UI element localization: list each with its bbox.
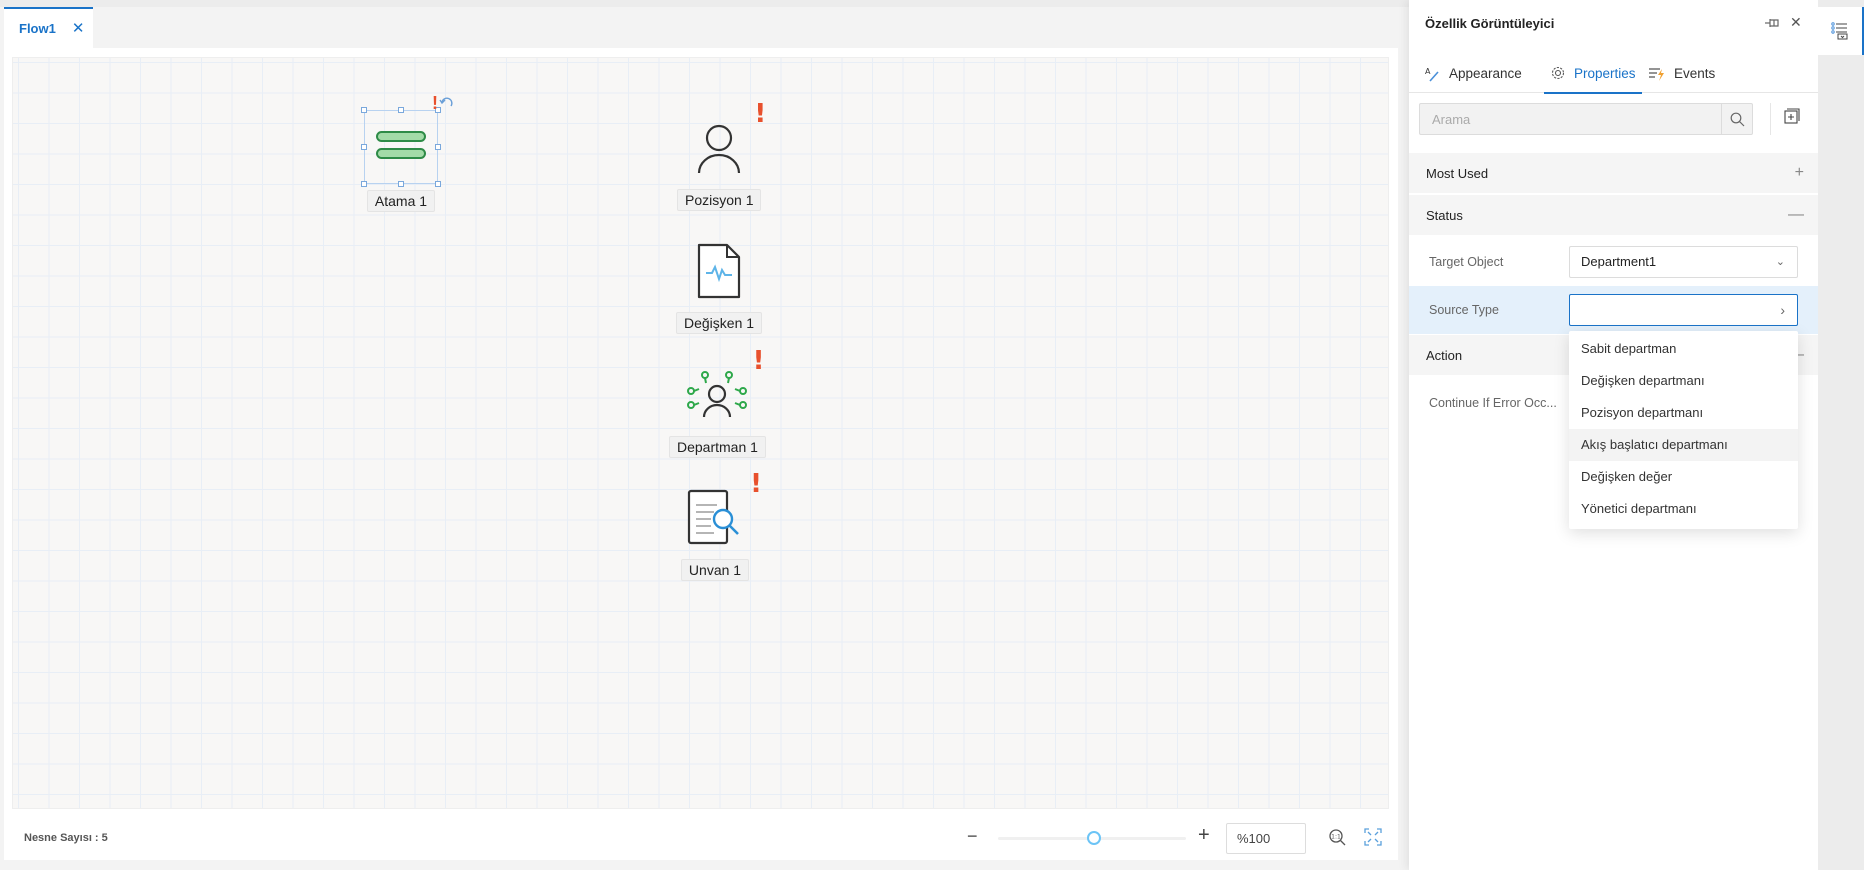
- section-most-used[interactable]: Most Used +: [1409, 153, 1818, 193]
- panel-title: Özellik Görüntüleyici: [1425, 16, 1555, 31]
- gear-icon: [1551, 66, 1565, 80]
- tab-label: Properties: [1574, 65, 1636, 81]
- node-label: Atama 1: [366, 190, 436, 212]
- tab-properties[interactable]: Properties: [1544, 54, 1642, 94]
- svg-text:1:1: 1:1: [1331, 834, 1341, 841]
- node-pozisyon[interactable]: ! Pozisyon 1: [677, 101, 766, 211]
- section-label: Action: [1426, 347, 1463, 363]
- appearance-icon: A: [1425, 67, 1439, 82]
- zoom-level-input[interactable]: %100: [1226, 823, 1306, 854]
- row-source-type: Source Type ›: [1409, 286, 1818, 334]
- object-count: Nesne Sayısı : 5: [24, 832, 108, 844]
- resize-handle[interactable]: [361, 107, 367, 113]
- dropdown-option[interactable]: Pozisyon departmanı: [1569, 397, 1798, 429]
- warning-icon: !: [754, 99, 767, 129]
- events-icon: [1649, 67, 1664, 81]
- node-label: Değişken 1: [676, 312, 763, 334]
- top-strip: [0, 0, 1409, 7]
- tab-label: Flow1: [19, 21, 56, 36]
- target-object-select[interactable]: Department1 ⌄: [1569, 246, 1798, 278]
- fit-to-screen-icon[interactable]: [1364, 828, 1382, 851]
- node-unvan[interactable]: ! Unvan 1: [680, 471, 762, 581]
- resize-handle[interactable]: [398, 181, 404, 187]
- collapse-icon[interactable]: —: [1788, 206, 1804, 224]
- dropdown-option[interactable]: Akış başlatıcı departmanı: [1569, 429, 1798, 461]
- resize-handle[interactable]: [361, 144, 367, 150]
- property-viewer-toggle-button[interactable]: [1818, 7, 1864, 55]
- node-degisken[interactable]: Değişken 1: [676, 236, 763, 334]
- property-tabs: A Appearance Properties Events: [1409, 54, 1818, 94]
- pin-icon[interactable]: [1764, 16, 1780, 34]
- chevron-right-icon: ›: [1780, 302, 1785, 318]
- resize-handle[interactable]: [361, 181, 367, 187]
- section-label: Most Used: [1426, 165, 1489, 181]
- node-label: Pozisyon 1: [677, 189, 762, 211]
- zoom-in-button[interactable]: +: [1198, 824, 1210, 847]
- field-label: Target Object: [1429, 255, 1504, 269]
- svg-text:A: A: [1425, 67, 1431, 76]
- expand-icon[interactable]: +: [1795, 164, 1804, 182]
- section-label: Status: [1426, 207, 1463, 223]
- search-icon: [1730, 112, 1744, 126]
- status-bar: Nesne Sayısı : 5 − + %100 1:1: [12, 818, 1389, 858]
- tab-appearance[interactable]: A Appearance: [1419, 54, 1528, 93]
- add-property-button[interactable]: [1784, 108, 1800, 129]
- flow-editor: Flow1 ✕ ! Atama 1 ! Pozisyon 1 Değişken …: [0, 0, 1409, 870]
- node-atama[interactable]: ! Atama 1: [361, 94, 453, 212]
- selection-box: [364, 110, 438, 184]
- zoom-actual-size-icon[interactable]: 1:1: [1328, 828, 1348, 853]
- add-box-icon: [1784, 108, 1800, 124]
- property-list-icon: [1831, 22, 1848, 40]
- close-icon[interactable]: ✕: [1790, 14, 1802, 31]
- tab-label: Events: [1674, 66, 1716, 81]
- select-value: Department1: [1581, 254, 1657, 269]
- dropdown-option[interactable]: Değişken değer: [1569, 461, 1798, 493]
- node-label: Unvan 1: [680, 559, 750, 581]
- dropdown-option[interactable]: Değişken departmanı: [1569, 365, 1798, 397]
- node-departman[interactable]: ! Departman 1: [669, 348, 766, 458]
- field-label: Source Type: [1429, 303, 1499, 317]
- warning-icon: !: [750, 469, 762, 499]
- tab-flow1[interactable]: Flow1 ✕: [4, 7, 93, 48]
- document-tab-bar: Flow1 ✕: [0, 7, 1409, 48]
- chevron-down-icon: ⌄: [1775, 256, 1785, 268]
- warning-icon: !: [752, 346, 765, 376]
- field-label: Continue If Error Occ...: [1429, 396, 1557, 410]
- rotate-icon[interactable]: [439, 96, 455, 110]
- source-type-dropdown: Sabit departman Değişken departmanı Pozi…: [1569, 331, 1798, 529]
- row-target-object: Target Object Department1 ⌄: [1409, 238, 1818, 286]
- person-icon: !: [684, 101, 766, 183]
- close-icon[interactable]: ✕: [72, 21, 85, 36]
- resize-handle[interactable]: [435, 144, 441, 150]
- department-icon: !: [682, 348, 764, 430]
- property-search-input[interactable]: Arama: [1419, 103, 1753, 135]
- tab-events[interactable]: Events: [1642, 54, 1721, 93]
- dropdown-option[interactable]: Yönetici departmanı: [1569, 493, 1798, 525]
- warning-icon: !: [432, 93, 438, 113]
- right-dock-strip: [1818, 0, 1864, 870]
- resize-handle[interactable]: [435, 181, 441, 187]
- zoom-out-button[interactable]: −: [967, 826, 978, 847]
- source-type-select[interactable]: ›: [1569, 294, 1798, 326]
- title-search-document-icon: !: [680, 471, 762, 553]
- flow-canvas[interactable]: ! Atama 1 ! Pozisyon 1 Değişken 1 ! Depa…: [12, 57, 1389, 809]
- node-label: Departman 1: [669, 436, 766, 458]
- work-area: ! Atama 1 ! Pozisyon 1 Değişken 1 ! Depa…: [4, 48, 1398, 860]
- divider: [1770, 103, 1771, 135]
- search-placeholder: Arama: [1432, 112, 1471, 127]
- assignment-icon: !: [361, 94, 453, 187]
- resize-handle[interactable]: [398, 107, 404, 113]
- section-status[interactable]: Status —: [1409, 195, 1818, 235]
- tab-label: Appearance: [1449, 66, 1522, 81]
- search-button[interactable]: [1721, 104, 1752, 134]
- dropdown-option[interactable]: Sabit departman: [1569, 333, 1798, 365]
- zoom-slider-thumb[interactable]: [1087, 831, 1101, 845]
- variable-document-icon: [684, 236, 754, 306]
